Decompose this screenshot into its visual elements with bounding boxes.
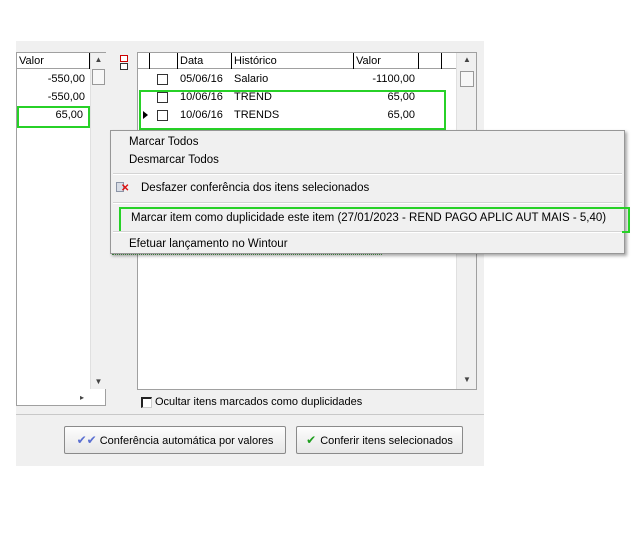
hide-duplicates-row[interactable]: Ocultar itens marcados como duplicidades <box>137 392 477 412</box>
scroll-down-arrow-icon[interactable]: ▼ <box>459 373 475 387</box>
check-selected-label: Conferir itens selecionados <box>320 435 453 447</box>
menu-item-post-wintour[interactable]: Efetuar lançamento no Wintour <box>111 235 636 253</box>
checked-box-icon <box>120 55 128 62</box>
hide-duplicates-label[interactable]: Ocultar itens marcados como duplicidades <box>155 395 362 409</box>
header-historico[interactable]: Histórico <box>232 53 354 69</box>
table-row[interactable]: -550,00 <box>17 70 90 88</box>
auto-check-label: Conferência automática por valores <box>99 435 274 447</box>
double-check-icon: ✔✔ <box>76 433 97 447</box>
scroll-thumb[interactable] <box>92 69 105 85</box>
table-row[interactable]: -550,00 <box>17 88 90 106</box>
obscured-row-fragment <box>112 254 382 258</box>
checkmark-icon: ✔ <box>306 433 317 447</box>
scroll-thumb[interactable] <box>460 71 474 87</box>
header-check-col[interactable] <box>150 53 178 69</box>
undo-check-icon: ✕ <box>116 182 129 194</box>
menu-item-mark-duplicate[interactable]: Marcar item como duplicidade este item (… <box>119 207 630 233</box>
menu-item-mark-all[interactable]: Marcar Todos <box>111 133 636 151</box>
left-transactions-grid[interactable]: Valor -550,00 -550,00 65,00 ▲ ▼ ▸ <box>16 52 106 406</box>
left-vertical-scrollbar[interactable]: ▲ ▼ <box>90 53 106 389</box>
header-extra-col[interactable] <box>419 53 442 69</box>
check-selected-button[interactable]: ✔ Conferir itens selecionados <box>296 426 463 454</box>
left-header-valor[interactable]: Valor <box>17 53 90 69</box>
menu-item-unmark-all[interactable]: Desmarcar Todos <box>111 151 636 169</box>
select-toggle-icon[interactable] <box>120 55 129 71</box>
header-valor[interactable]: Valor <box>354 53 419 69</box>
table-row-highlighted[interactable]: 65,00 <box>17 106 90 128</box>
row-data: 05/06/16 <box>180 73 223 85</box>
row-historico: Salario <box>234 73 269 85</box>
hide-duplicates-checkbox[interactable] <box>141 397 152 408</box>
divider <box>16 414 484 415</box>
scroll-up-arrow-icon[interactable]: ▲ <box>91 53 106 67</box>
context-menu: Marcar Todos Desmarcar Todos ✕ Desfazer … <box>110 130 630 254</box>
right-grid-header: Data Histórico Valor <box>138 53 456 69</box>
empty-box-icon <box>120 63 128 70</box>
duplicate-rows-highlight <box>139 90 446 130</box>
row-checkbox[interactable] <box>157 74 168 85</box>
menu-separator <box>113 173 622 175</box>
left-row-valor: -550,00 <box>47 73 85 85</box>
auto-check-button[interactable]: ✔✔ Conferência automática por valores <box>64 426 286 454</box>
header-data[interactable]: Data <box>178 53 232 69</box>
scroll-up-arrow-icon[interactable]: ▲ <box>459 53 475 67</box>
menu-separator <box>113 202 622 204</box>
row-valor: -1100,00 <box>372 73 415 85</box>
menu-item-undo-check[interactable]: ✕ Desfazer conferência dos itens selecio… <box>111 179 636 197</box>
scroll-down-arrow-icon[interactable]: ▼ <box>91 375 106 389</box>
left-row-valor: 65,00 <box>55 109 83 121</box>
table-row[interactable]: 05/06/16 Salario -1100,00 <box>138 70 456 88</box>
header-indicator-col <box>138 53 150 69</box>
left-row-valor: -550,00 <box>47 91 85 103</box>
undo-check-label: Desfazer conferência dos itens seleciona… <box>141 182 370 194</box>
scroll-right-arrow-icon[interactable]: ▸ <box>75 391 89 405</box>
menu-separator <box>113 231 622 233</box>
left-grid-header: Valor <box>17 53 90 69</box>
